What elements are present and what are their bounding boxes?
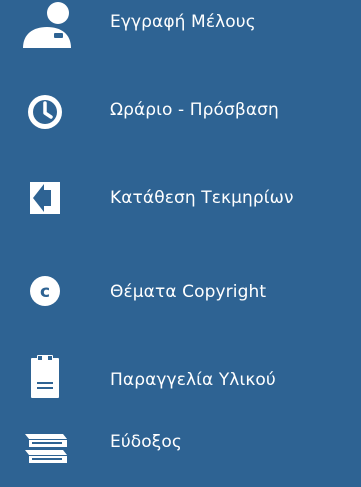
menu-item-label: Εύδοξος	[110, 432, 182, 452]
menu-item-copyright-topics[interactable]: c Θέματα Copyright	[0, 262, 361, 322]
svg-text:c: c	[40, 282, 50, 302]
arrow-left-icon	[20, 172, 74, 226]
menu-item-label: Εγγραφή Μέλους	[110, 12, 256, 32]
menu-item-hours-access[interactable]: Ωράριο - Πρόσβαση	[0, 84, 361, 144]
menu-item-deposit-documents[interactable]: Κατάθεση Τεκμηρίων	[0, 170, 361, 230]
clipboard-icon	[20, 352, 74, 406]
menu-item-label: Θέματα Copyright	[110, 282, 267, 302]
menu-item-label: Κατάθεση Τεκμηρίων	[110, 188, 294, 208]
sidebar-menu: Εγγραφή Μέλους Ωράριο - Πρόσβαση Κατάθεσ…	[0, 0, 361, 487]
menu-item-label: Παραγγελία Υλικού	[110, 370, 276, 390]
menu-item-member-registration[interactable]: Εγγραφή Μέλους	[0, 0, 361, 60]
menu-item-eudoxus[interactable]: Εύδοξος	[0, 420, 361, 480]
books-icon	[20, 426, 74, 480]
copyright-icon: c	[20, 266, 74, 320]
menu-item-label: Ωράριο - Πρόσβαση	[110, 100, 279, 120]
clock-icon	[20, 88, 74, 142]
menu-item-material-order[interactable]: Παραγγελία Υλικού	[0, 348, 361, 408]
user-icon	[20, 0, 74, 54]
